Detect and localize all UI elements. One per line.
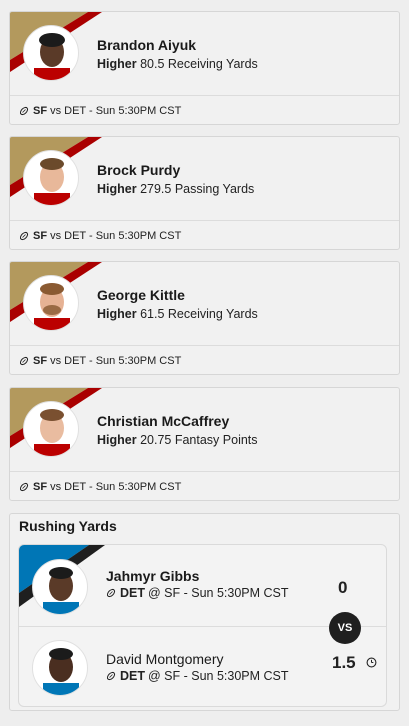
team-abbr: SF (33, 105, 48, 117)
score-value: 1.5 (332, 653, 356, 672)
matchup-text: @ SF - Sun 5:30PM CST (148, 586, 289, 600)
game-info: SF vs DET - Sun 5:30PM CST (19, 355, 181, 367)
player-name: David Montgomery (106, 651, 224, 667)
player-name: Brandon Aiyuk (97, 37, 197, 53)
pick-direction: Higher (97, 57, 137, 71)
pick-line: Higher 61.5 Receiving Yards (97, 307, 258, 321)
avatar (23, 401, 79, 457)
matchup-text: vs DET - Sun 5:30PM CST (50, 481, 182, 493)
matchup-card[interactable]: Jahmyr Gibbs DET @ SF - Sun 5:30PM CST 0… (18, 544, 387, 707)
pick-direction: Higher (97, 307, 137, 321)
divider (10, 345, 399, 346)
game-info: SF vs DET - Sun 5:30PM CST (19, 105, 181, 117)
divider (10, 471, 399, 472)
rushing-yards-section: Rushing Yards Jahmyr Gibbs DET @ SF - Su… (9, 513, 400, 711)
football-icon (19, 356, 29, 366)
pick-stat: Fantasy Points (174, 433, 258, 447)
player-name: Brock Purdy (97, 162, 181, 178)
pick-stat: Passing Yards (174, 182, 255, 196)
pick-line: Higher 80.5 Receiving Yards (97, 57, 258, 71)
avatar (32, 640, 88, 696)
pick-stat: Receiving Yards (167, 57, 258, 71)
pick-value: 279.5 (140, 182, 172, 196)
game-info: SF vs DET - Sun 5:30PM CST (19, 481, 181, 493)
clock-icon (366, 657, 377, 668)
section-title: Rushing Yards (19, 518, 117, 534)
game-info: SF vs DET - Sun 5:30PM CST (19, 230, 181, 242)
pick-direction: Higher (97, 433, 137, 447)
player-name: George Kittle (97, 287, 185, 303)
pick-card[interactable]: Brandon Aiyuk Higher 80.5 Receiving Yard… (9, 11, 400, 125)
player-name: Christian McCaffrey (97, 413, 230, 429)
team-abbr: SF (33, 355, 48, 367)
pick-value: 80.5 (140, 57, 165, 71)
matchup-text: vs DET - Sun 5:30PM CST (50, 230, 182, 242)
divider (10, 95, 399, 96)
pick-value: 20.75 (140, 433, 172, 447)
pick-direction: Higher (97, 182, 137, 196)
pick-card[interactable]: George Kittle Higher 61.5 Receiving Yard… (9, 261, 400, 375)
pick-line: Higher 279.5 Passing Yards (97, 182, 254, 196)
pick-value: 61.5 (140, 307, 165, 321)
game-info: DET @ SF - Sun 5:30PM CST (106, 586, 289, 600)
matchup-text: vs DET - Sun 5:30PM CST (50, 105, 182, 117)
football-icon (19, 231, 29, 241)
football-icon (106, 671, 116, 681)
football-icon (19, 106, 29, 116)
matchup-text: @ SF - Sun 5:30PM CST (148, 669, 289, 683)
score-value: 0 (338, 578, 348, 597)
pick-card[interactable]: Brock Purdy Higher 279.5 Passing Yards S… (9, 136, 400, 250)
avatar (32, 559, 88, 615)
vs-badge: VS (329, 612, 361, 644)
team-abbr: SF (33, 230, 48, 242)
football-icon (106, 588, 116, 598)
pick-card[interactable]: Christian McCaffrey Higher 20.75 Fantasy… (9, 387, 400, 501)
team-abbr: DET (120, 586, 145, 600)
player-name: Jahmyr Gibbs (106, 568, 200, 584)
pick-stat: Receiving Yards (167, 307, 258, 321)
game-info: DET @ SF - Sun 5:30PM CST (106, 669, 289, 683)
avatar (23, 275, 79, 331)
matchup-text: vs DET - Sun 5:30PM CST (50, 355, 182, 367)
avatar (23, 150, 79, 206)
avatar (23, 25, 79, 81)
divider (10, 220, 399, 221)
pick-line: Higher 20.75 Fantasy Points (97, 433, 258, 447)
team-abbr: SF (33, 481, 48, 493)
football-icon (19, 482, 29, 492)
team-abbr: DET (120, 669, 145, 683)
